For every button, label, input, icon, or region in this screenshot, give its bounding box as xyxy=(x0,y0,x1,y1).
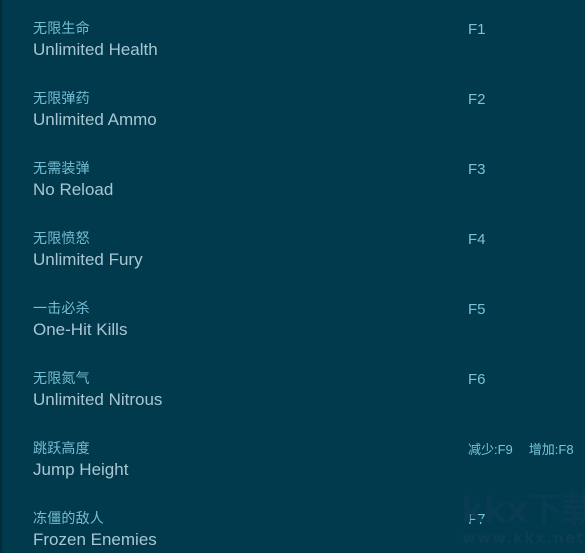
cheat-row[interactable]: 无限弹药 Unlimited Ammo F2 xyxy=(2,88,585,158)
cheat-labels: 无限弹药 Unlimited Ammo xyxy=(33,88,157,131)
cheat-row[interactable]: 无需装弹 No Reload F3 xyxy=(2,158,585,228)
cheat-label-cn: 跳跃高度 xyxy=(33,440,90,456)
cheat-key-bindings: F5 xyxy=(468,300,486,320)
cheat-row[interactable]: 一击必杀 One-Hit Kills F5 xyxy=(2,298,585,368)
cheat-label-cn: 无限氮气 xyxy=(33,370,90,386)
cheat-key-bindings: F1 xyxy=(468,20,486,40)
cheat-label-cn: 一击必杀 xyxy=(33,300,90,316)
cheat-key-bindings: F3 xyxy=(468,160,486,180)
cheat-labels: 一击必杀 One-Hit Kills xyxy=(33,298,127,341)
key-binding[interactable]: F7 xyxy=(468,510,486,530)
key-binding[interactable]: F6 xyxy=(468,370,486,390)
key-binding[interactable]: F2 xyxy=(468,90,486,110)
cheat-labels: 跳跃高度 Jump Height xyxy=(33,438,128,481)
key-binding[interactable]: F1 xyxy=(468,20,486,40)
cheat-label-en: Unlimited Health xyxy=(33,40,158,59)
cheat-labels: 无限愤怒 Unlimited Fury xyxy=(33,228,143,271)
cheat-label-en: One-Hit Kills xyxy=(33,320,128,339)
cheat-labels: 无限氮气 Unlimited Nitrous xyxy=(33,368,162,411)
cheat-label-cn: 无限生命 xyxy=(33,20,90,36)
key-binding[interactable]: 减少:F9 xyxy=(468,440,513,460)
cheat-key-bindings: F7 xyxy=(468,510,486,530)
cheat-label-en: Unlimited Nitrous xyxy=(33,390,163,409)
cheat-key-bindings: F6 xyxy=(468,370,486,390)
cheat-label-en: Unlimited Ammo xyxy=(33,110,157,129)
cheat-key-bindings: F4 xyxy=(468,230,486,250)
cheat-key-bindings: 减少:F9 增加:F8 xyxy=(468,440,574,460)
cheat-label-cn: 无限愤怒 xyxy=(33,230,90,246)
cheat-labels: 无限生命 Unlimited Health xyxy=(33,18,158,61)
cheat-row[interactable]: 冻僵的敌人 Frozen Enemies F7 xyxy=(2,508,585,553)
key-binding[interactable]: F3 xyxy=(468,160,486,180)
trainer-cheat-panel: 无限生命 Unlimited Health F1 无限弹药 Unlimited Ammo… xyxy=(0,0,585,553)
cheat-label-cn: 冻僵的敌人 xyxy=(33,510,104,526)
cheat-labels: 无需装弹 No Reload xyxy=(33,158,113,201)
cheat-label-en: Frozen Enemies xyxy=(33,530,157,549)
cheat-label-en: Jump Height xyxy=(33,460,129,479)
cheat-key-bindings: F2 xyxy=(468,90,486,110)
cheat-labels: 冻僵的敌人 Frozen Enemies xyxy=(33,508,157,551)
cheat-row[interactable]: 跳跃高度 Jump Height 减少:F9 增加:F8 xyxy=(2,438,585,508)
cheat-label-en: Unlimited Fury xyxy=(33,250,143,269)
cheat-label-cn: 无限弹药 xyxy=(33,90,90,106)
key-binding[interactable]: F5 xyxy=(468,300,486,320)
cheat-row[interactable]: 无限愤怒 Unlimited Fury F4 xyxy=(2,228,585,298)
cheat-row[interactable]: 无限生命 Unlimited Health F1 xyxy=(2,18,585,88)
cheat-list: 无限生命 Unlimited Health F1 无限弹药 Unlimited Ammo… xyxy=(2,18,585,553)
key-binding[interactable]: 增加:F8 xyxy=(529,440,574,460)
cheat-row[interactable]: 无限氮气 Unlimited Nitrous F6 xyxy=(2,368,585,438)
cheat-label-en: No Reload xyxy=(33,180,114,199)
key-binding[interactable]: F4 xyxy=(468,230,486,250)
cheat-label-cn: 无需装弹 xyxy=(33,160,90,176)
